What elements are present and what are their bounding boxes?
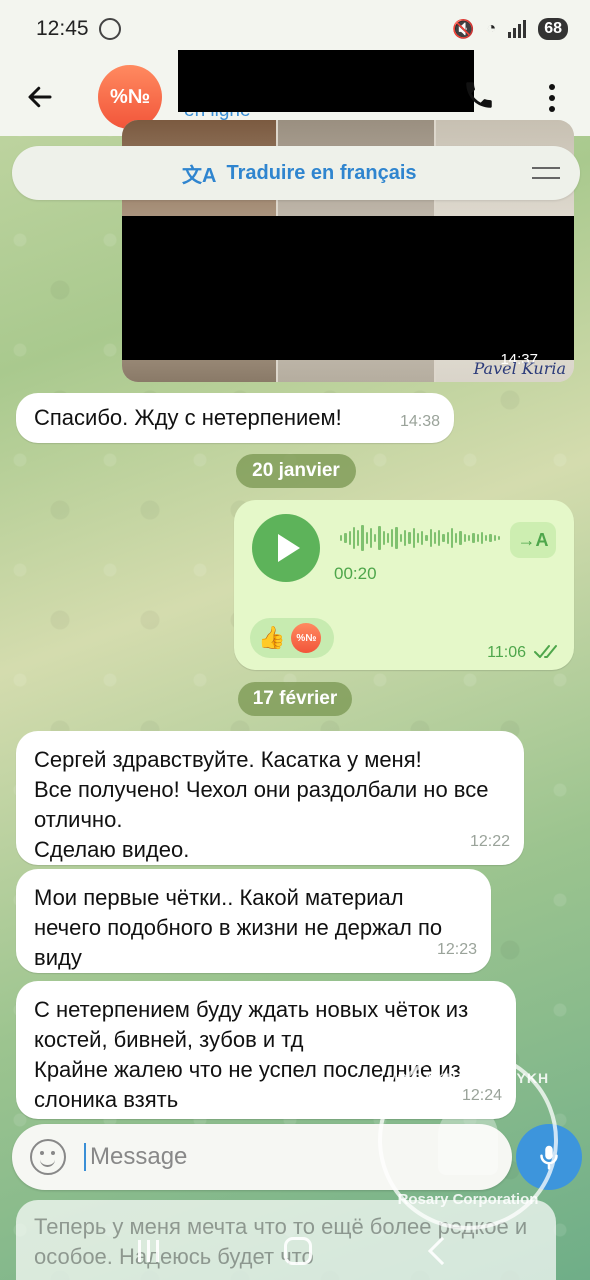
incoming-message[interactable]: Сергей здравствуйте. Касатка у меня! Все…: [16, 731, 524, 865]
mute-icon: 🔇: [452, 18, 475, 39]
battery-indicator: 68: [538, 18, 568, 40]
thumbs-up-icon: 👍: [258, 625, 286, 650]
message-time: 12:22: [469, 833, 510, 850]
reaction-avatar: %№: [291, 623, 322, 653]
call-button[interactable]: [462, 78, 502, 118]
message-text: Спасибо. Жду с нетерпением!: [34, 405, 342, 430]
redacted-photo-area: [122, 216, 574, 360]
signal-icon: [508, 20, 527, 38]
status-icons: 🔇 ◔ 68: [452, 18, 568, 40]
voice-duration: 00:20: [334, 564, 377, 583]
message-time: 14:38: [399, 413, 440, 430]
home-icon[interactable]: [284, 1237, 312, 1265]
viber-notification-icon: [98, 18, 121, 40]
transcribe-button[interactable]: →A: [510, 522, 556, 558]
nav-back-icon[interactable]: [427, 1236, 457, 1266]
watermark-top-text: VS BAKHTARTAVYKH: [386, 1070, 550, 1086]
redacted-contact-name: [178, 50, 474, 112]
system-nav-bar: [0, 1222, 590, 1280]
outgoing-voice-message[interactable]: →A 00:20 👍 %№ 11:06: [234, 500, 574, 670]
translate-icon: 文A: [182, 164, 217, 187]
wifi-icon: ◔: [486, 20, 497, 37]
date-separator: 20 janvier: [236, 454, 356, 488]
translate-settings-icon[interactable]: [532, 161, 560, 185]
message-time: 12:23: [436, 941, 477, 958]
phone-icon: [466, 82, 492, 108]
photo-signature: Pavel Kuria: [473, 359, 566, 378]
status-time: 12:45: [36, 17, 89, 40]
translate-label: Traduire en français: [226, 161, 417, 184]
reaction-chip[interactable]: 👍 %№: [250, 618, 334, 658]
watermark-figure: [438, 1105, 498, 1175]
message-text: Мои первые чётки.. Какой материал нечего…: [34, 885, 443, 970]
double-check-icon: [534, 645, 557, 658]
back-button[interactable]: [0, 58, 80, 136]
arrow-left-icon: [28, 86, 52, 108]
more-options-button[interactable]: [540, 76, 564, 120]
watermark-seal: VS BAKHTARTAVYKH Rosary Corporation: [378, 1050, 558, 1230]
incoming-message[interactable]: Спасибо. Жду с нетерпением! 14:38: [16, 393, 454, 443]
watermark-bottom-text: Rosary Corporation: [397, 1191, 539, 1208]
message-text: Сергей здравствуйте. Касатка у меня! Все…: [34, 747, 489, 862]
voice-waveform[interactable]: [340, 522, 501, 554]
emoji-button[interactable]: [30, 1139, 66, 1175]
date-separator: 17 février: [238, 682, 352, 716]
incoming-message[interactable]: Мои первые чётки.. Какой материал нечего…: [16, 869, 491, 973]
translate-bar[interactable]: 文A Traduire en français: [12, 146, 580, 200]
play-button[interactable]: [252, 514, 320, 582]
recents-icon[interactable]: [138, 1240, 164, 1262]
message-time: 11:06: [487, 644, 526, 661]
